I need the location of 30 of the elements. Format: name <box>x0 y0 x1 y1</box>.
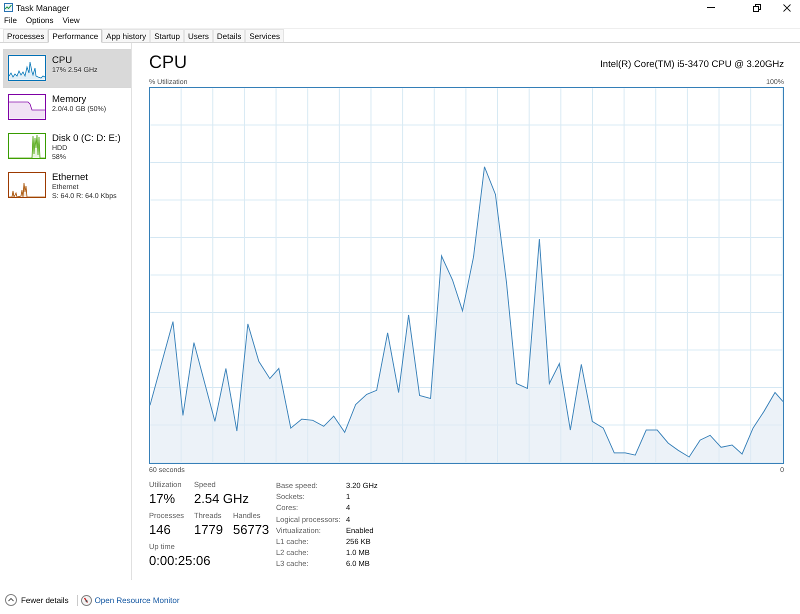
tab[interactable]: App history <box>102 29 150 42</box>
menu-item[interactable]: File <box>4 16 17 25</box>
stat-value: 17% <box>149 491 176 507</box>
chevron-up-circle-icon <box>5 594 17 606</box>
tab[interactable]: Users <box>184 29 213 42</box>
sidebar-item-title: Disk 0 (C: D: E:) <box>52 133 121 144</box>
processor-name: Intel(R) Core(TM) i5-3470 CPU @ 3.20GHz <box>600 59 784 71</box>
fewer-details-button[interactable]: Fewer details <box>5 594 69 606</box>
panel-title: CPU <box>149 51 188 73</box>
stat-value: 56773 <box>233 522 270 538</box>
tab[interactable]: Performance <box>48 29 102 43</box>
sidebar-item-title: Memory <box>52 94 88 105</box>
sidebar-item-title: CPU <box>52 55 74 66</box>
tab[interactable]: Startup <box>150 29 184 42</box>
gauge-icon <box>80 594 92 606</box>
close-icon[interactable] <box>783 4 791 12</box>
menu-item[interactable]: Options <box>26 16 54 25</box>
tab[interactable]: Services <box>245 29 284 42</box>
sidebar-item-title: Ethernet <box>52 172 89 183</box>
open-resource-monitor-link[interactable]: Open Resource Monitor <box>94 596 180 604</box>
stat-value: 2.54 GHz <box>194 491 249 507</box>
tab[interactable]: Details <box>212 29 246 42</box>
stat-value: 0:00:25:06 <box>149 553 210 569</box>
app-icon <box>4 3 13 12</box>
stat-value: 146 <box>149 522 172 538</box>
menu-item[interactable]: View <box>62 16 80 25</box>
window-title: Task Manager <box>16 2 70 12</box>
tab[interactable]: Processes <box>3 29 48 42</box>
restore-icon[interactable] <box>753 4 761 12</box>
stat-value: 1779 <box>194 522 224 538</box>
